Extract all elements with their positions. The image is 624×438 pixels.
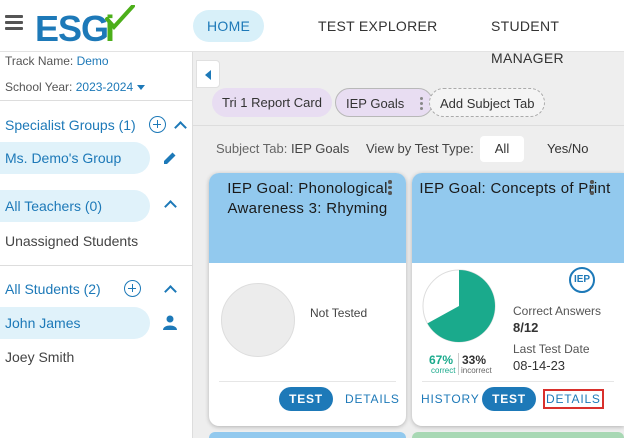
edit-pencil-icon[interactable] xyxy=(163,151,177,165)
nav-home[interactable]: HOME xyxy=(193,10,265,42)
divider xyxy=(0,100,193,101)
score-pie-chart xyxy=(422,269,496,343)
correct-caption: correct xyxy=(431,366,456,375)
test-button[interactable]: TEST xyxy=(482,387,536,411)
subject-tab-value: IEP Goals xyxy=(290,141,350,156)
year-label: School Year: xyxy=(5,80,73,94)
details-button[interactable]: DETAILS xyxy=(345,392,400,406)
add-student-icon[interactable] xyxy=(124,280,141,297)
iep-badge: IEP xyxy=(569,267,595,293)
unassigned-students[interactable]: Unassigned Students xyxy=(5,233,138,249)
subtab-label: IEP Goals xyxy=(346,96,405,111)
correct-answers-value: 8/12 xyxy=(513,320,539,335)
add-subject-tab-button[interactable]: Add Subject Tab xyxy=(429,88,546,117)
filter-all-button[interactable]: All xyxy=(480,136,524,162)
history-button[interactable]: HISTORY xyxy=(421,392,480,406)
group-item[interactable]: Ms. Demo's Group xyxy=(0,142,150,174)
add-group-icon[interactable] xyxy=(149,116,166,133)
subtab-report-card[interactable]: Tri 1 Report Card xyxy=(212,88,332,117)
card-title: IEP Goal: Concepts of Print xyxy=(419,180,611,197)
test-card: IEP Goal: Concepts of Print IEP 67% corr… xyxy=(412,173,624,426)
correct-answers-label: Correct Answers xyxy=(513,304,602,318)
last-test-label: Last Test Date xyxy=(513,342,590,356)
svg-text:ESG: ESG xyxy=(35,8,108,49)
caret-down-icon[interactable] xyxy=(137,85,146,91)
subtab-iep-goals[interactable]: IEP Goals xyxy=(335,88,434,117)
last-test-value: 08-14-23 xyxy=(513,358,566,373)
all-teachers-item[interactable]: All Teachers (0) xyxy=(0,190,150,222)
incorrect-percent: 33% xyxy=(462,353,487,367)
year-value[interactable]: 2023-2024 xyxy=(76,80,133,94)
not-tested-label: Not Tested xyxy=(310,306,368,320)
card-peek xyxy=(412,432,624,438)
nav-test-explorer[interactable]: TEST EXPLORER xyxy=(304,10,452,42)
collapse-sidebar-button[interactable] xyxy=(196,60,220,88)
top-bar: ESG i HOME TEST EXPLORER STUDENT MANAGER xyxy=(0,0,624,66)
card-peek xyxy=(209,432,406,438)
empty-pie-chart xyxy=(221,283,295,357)
divider xyxy=(458,353,459,375)
divider xyxy=(0,265,193,266)
sidebar: Track Name: Demo School Year: 2023-2024 … xyxy=(0,52,193,438)
all-students-title[interactable]: All Students (2) xyxy=(5,281,101,297)
divider xyxy=(193,125,624,126)
track-value: Demo xyxy=(76,54,109,68)
divider xyxy=(422,381,614,382)
track-name: Track Name: Demo xyxy=(5,54,109,68)
chevron-up-icon[interactable] xyxy=(164,200,177,213)
filter-yes-no-button[interactable]: Yes/No xyxy=(547,141,588,156)
card-title: IEP Goal: Phonological Awareness 3: Rhym… xyxy=(227,180,388,217)
card-header: IEP Goal: Phonological Awareness 3: Rhym… xyxy=(209,173,406,263)
view-by-label: View by Test Type: xyxy=(366,141,474,156)
menu-icon[interactable] xyxy=(5,15,23,31)
chevron-up-icon[interactable] xyxy=(174,121,187,134)
school-year[interactable]: School Year: 2023-2024 xyxy=(5,80,146,94)
details-button[interactable]: DETAILS xyxy=(543,389,604,409)
card-header: IEP Goal: Concepts of Print xyxy=(412,173,624,263)
correct-percent: 67% xyxy=(429,353,454,367)
track-label: Track Name: xyxy=(5,54,74,68)
incorrect-caption: incorrect xyxy=(461,366,492,375)
test-card: IEP Goal: Phonological Awareness 3: Rhym… xyxy=(209,173,406,426)
test-button[interactable]: TEST xyxy=(279,387,333,411)
chevron-up-icon[interactable] xyxy=(164,285,177,298)
esgi-logo[interactable]: ESG i xyxy=(35,5,135,49)
nav-student-manager[interactable]: STUDENT MANAGER xyxy=(477,10,624,66)
subject-tab-info: Subject Tab: IEP Goals xyxy=(216,141,349,156)
more-vert-icon[interactable] xyxy=(590,180,594,197)
more-vert-icon[interactable] xyxy=(420,97,424,112)
student-item[interactable]: Joey Smith xyxy=(5,349,74,365)
person-icon[interactable] xyxy=(163,315,177,330)
divider xyxy=(219,381,396,382)
subject-tab-label: Subject Tab: xyxy=(216,141,288,156)
more-vert-icon[interactable] xyxy=(388,180,392,197)
student-item-selected[interactable]: John James xyxy=(0,307,150,339)
specialist-groups-title[interactable]: Specialist Groups (1) xyxy=(5,117,136,133)
